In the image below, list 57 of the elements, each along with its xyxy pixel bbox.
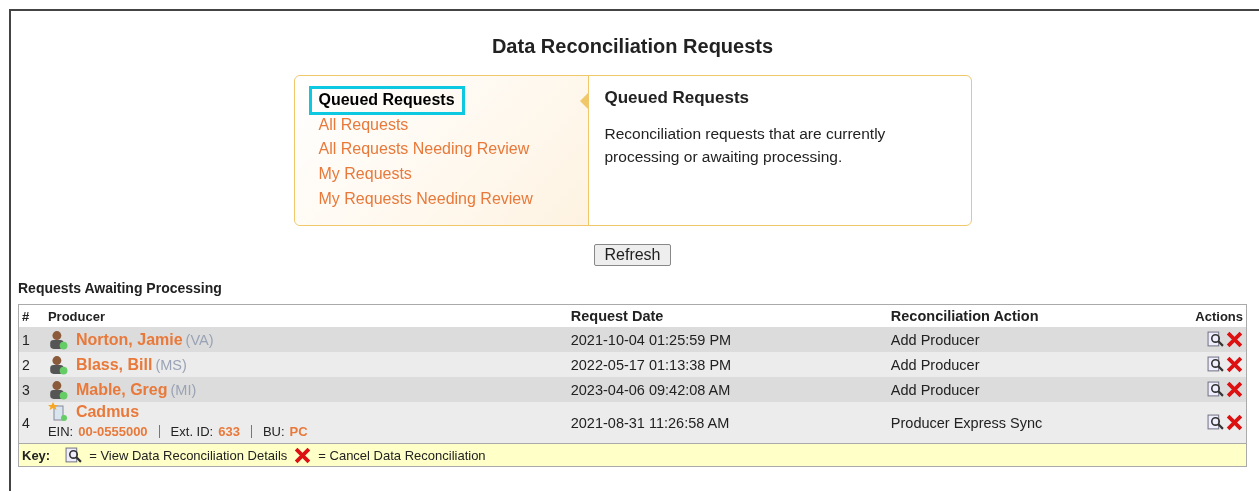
producer-link[interactable]: Blass, Bill [75, 355, 153, 373]
view-details-icon [65, 446, 83, 464]
request-date: 2021-10-04 01:25:59 PM [567, 327, 888, 352]
column-header: Producer [44, 304, 568, 327]
person-icon [47, 354, 68, 375]
request-date: 2021-08-31 11:26:58 AM [567, 402, 888, 444]
reconciliation-action: Add Producer [887, 327, 1193, 352]
person-icon [47, 329, 68, 350]
detail-label: BU: [262, 424, 285, 439]
reconciliation-action: Add Producer [887, 377, 1193, 402]
row-number: 1 [18, 327, 45, 352]
request-date: 2022-05-17 01:13:38 PM [567, 352, 888, 377]
cancel-icon [294, 446, 312, 464]
row-number: 2 [18, 352, 45, 377]
view-link[interactable]: All Requests [310, 112, 417, 138]
reconciliation-action: Add Producer [887, 352, 1193, 377]
request-date: 2023-04-06 09:42:08 AM [567, 377, 888, 402]
producer-link[interactable]: Cadmus [75, 403, 140, 420]
description-heading: Queued Requests [604, 88, 751, 108]
producer-state: (MS) [155, 356, 187, 373]
producer-link[interactable]: Mable, Greg [75, 380, 168, 398]
producer-state: (MI) [170, 381, 197, 398]
detail-value: 633 [218, 424, 240, 439]
key-text: = Cancel Data Reconciliation [318, 447, 486, 463]
detail-value: 00-0555000 [78, 424, 148, 439]
cancel-icon[interactable] [1226, 381, 1243, 398]
detail-value: PC [289, 424, 308, 439]
cancel-icon[interactable] [1226, 331, 1243, 348]
view-details-icon[interactable] [1207, 331, 1224, 348]
row-number: 4 [18, 402, 45, 444]
view-link[interactable]: All Requests Needing Review [310, 137, 538, 163]
view-details-icon[interactable] [1207, 414, 1224, 431]
cancel-icon[interactable] [1226, 414, 1243, 431]
view-link[interactable]: My Requests Needing Review [310, 186, 541, 212]
column-header: Reconciliation Action [887, 304, 1193, 327]
key-text: = View Data Reconciliation Details [89, 447, 288, 463]
producer-state: (VA) [185, 331, 214, 348]
view-link[interactable]: My Requests [310, 162, 420, 187]
refresh-button[interactable]: Refresh [594, 244, 671, 266]
description-text: Reconciliation requests that are currently processing or awaiting processing. [604, 124, 887, 167]
view-link[interactable]: Queued Requests [310, 88, 463, 113]
detail-label: EIN: [47, 424, 74, 439]
column-header: Request Date [567, 304, 888, 327]
producer-link[interactable]: Norton, Jamie [75, 330, 183, 348]
column-header: # [18, 304, 45, 327]
page-title: Data Reconciliation Requests [490, 35, 775, 58]
row-number: 3 [18, 377, 45, 402]
key-label: Key: [22, 447, 51, 463]
person-icon [47, 379, 68, 400]
column-header: Actions [1192, 304, 1247, 327]
view-details-icon[interactable] [1207, 356, 1224, 373]
view-details-icon[interactable] [1207, 381, 1224, 398]
reconciliation-action: Producer Express Sync [887, 402, 1193, 444]
detail-label: Ext. ID: [170, 424, 214, 439]
building-icon [47, 402, 68, 422]
section-title: Requests Awaiting Processing [18, 280, 223, 296]
cancel-icon[interactable] [1226, 356, 1243, 373]
